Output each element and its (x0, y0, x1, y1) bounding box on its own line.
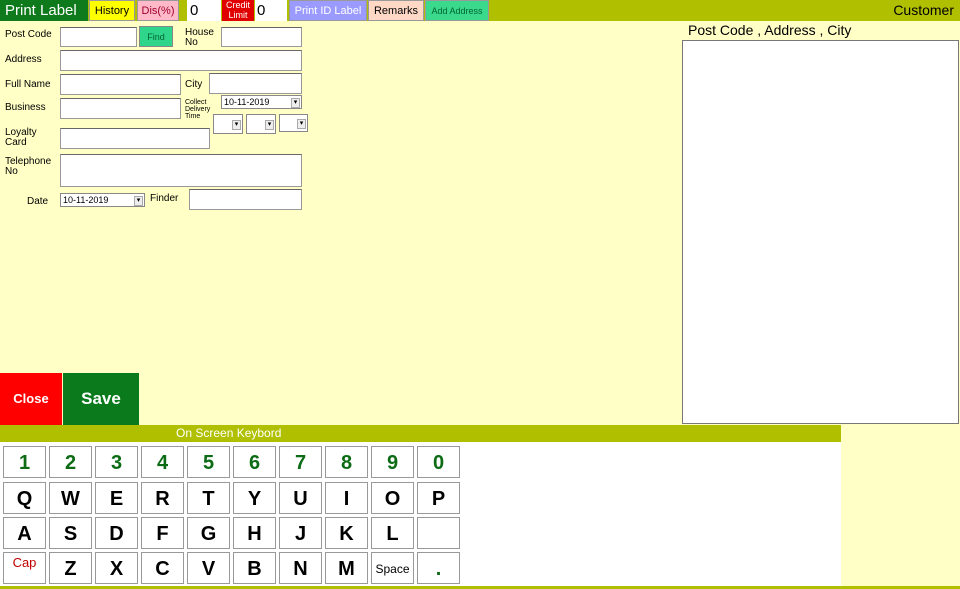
key-0[interactable]: 0 (417, 446, 460, 478)
close-button[interactable]: Close (0, 373, 62, 425)
telephone-no-label: Telephone No (5, 156, 52, 177)
customer-label: Customer (893, 2, 954, 18)
key-z[interactable]: Z (49, 552, 92, 584)
key-s[interactable]: S (49, 517, 92, 549)
key-o[interactable]: O (371, 482, 414, 514)
print-id-label-button[interactable]: Print ID Label (289, 0, 367, 21)
ampm-select[interactable]: ▾ (279, 114, 308, 132)
key-t[interactable]: T (187, 482, 230, 514)
discount-input[interactable]: 0 (187, 0, 221, 21)
chevron-down-icon: ▾ (232, 120, 241, 130)
key-a[interactable]: A (3, 517, 46, 549)
business-label: Business (5, 102, 46, 113)
key-q[interactable]: Q (3, 482, 46, 514)
key-2[interactable]: 2 (49, 446, 92, 478)
find-button[interactable]: Find (139, 26, 173, 47)
full-name-label: Full Name (5, 79, 51, 90)
loyalty-card-label: Loyalty Card (5, 127, 37, 148)
key-p[interactable]: P (417, 482, 460, 514)
key-5[interactable]: 5 (187, 446, 230, 478)
chevron-down-icon: ▾ (134, 196, 143, 206)
key-b[interactable]: B (233, 552, 276, 584)
key-w[interactable]: W (49, 482, 92, 514)
remarks-button[interactable]: Remarks (368, 0, 424, 21)
key-space[interactable]: Space (371, 552, 414, 584)
house-no-input[interactable] (221, 27, 302, 47)
address-label: Address (5, 54, 42, 65)
business-input[interactable] (60, 98, 181, 119)
key-9[interactable]: 9 (371, 446, 414, 478)
save-button[interactable]: Save (63, 373, 139, 425)
key-6[interactable]: 6 (233, 446, 276, 478)
key-c[interactable]: C (141, 552, 184, 584)
key-f[interactable]: F (141, 517, 184, 549)
address-input[interactable] (60, 50, 302, 71)
date-label: Date (27, 196, 49, 207)
key-n[interactable]: N (279, 552, 322, 584)
key-l[interactable]: L (371, 517, 414, 549)
key-j[interactable]: J (279, 517, 322, 549)
address-list[interactable] (682, 40, 959, 424)
credit-limit-input[interactable]: 0 (255, 0, 287, 21)
chevron-down-icon: ▾ (297, 119, 306, 129)
finder-label: Finder (150, 193, 179, 204)
address-list-title: Post Code , Address , City (688, 22, 852, 38)
house-no-label: House No (185, 27, 214, 48)
date-select[interactable]: 10-11-2019 ▾ (60, 193, 145, 207)
key-cap[interactable]: Cap (3, 552, 46, 584)
city-label: City (185, 79, 203, 90)
key-r[interactable]: R (141, 482, 184, 514)
key-blank[interactable] (417, 517, 460, 549)
page-title: Print Label (0, 0, 88, 21)
city-input[interactable] (209, 73, 302, 94)
key-4[interactable]: 4 (141, 446, 184, 478)
collect-date-select[interactable]: 10-11-2019 ▾ (221, 95, 302, 109)
key-period[interactable]: . (417, 552, 460, 584)
telephone-no-input[interactable] (60, 154, 302, 187)
key-e[interactable]: E (95, 482, 138, 514)
finder-input[interactable] (189, 189, 302, 210)
post-code-input[interactable] (60, 27, 137, 47)
collect-delivery-time-label: Collect Delivery Time (185, 99, 211, 120)
post-code-label: Post Code (5, 29, 52, 40)
key-i[interactable]: I (325, 482, 368, 514)
key-3[interactable]: 3 (95, 446, 138, 478)
chevron-down-icon: ▾ (291, 98, 300, 108)
add-address-button[interactable]: Add Address (425, 0, 489, 21)
hour-select[interactable]: ▾ (213, 114, 243, 134)
key-m[interactable]: M (325, 552, 368, 584)
date-value: 10-11-2019 (63, 195, 109, 205)
key-v[interactable]: V (187, 552, 230, 584)
minute-select[interactable]: ▾ (246, 114, 276, 134)
key-y[interactable]: Y (233, 482, 276, 514)
key-1[interactable]: 1 (3, 446, 46, 478)
key-x[interactable]: X (95, 552, 138, 584)
full-name-input[interactable] (60, 74, 181, 95)
key-7[interactable]: 7 (279, 446, 322, 478)
key-k[interactable]: K (325, 517, 368, 549)
loyalty-card-input[interactable] (60, 128, 210, 149)
history-button[interactable]: History (89, 0, 135, 21)
key-d[interactable]: D (95, 517, 138, 549)
chevron-down-icon: ▾ (265, 120, 274, 130)
collect-date-value: 10-11-2019 (224, 97, 270, 107)
key-u[interactable]: U (279, 482, 322, 514)
credit-limit-label: Credit Limit (222, 0, 254, 21)
key-h[interactable]: H (233, 517, 276, 549)
keyboard-title: On Screen Keybord (0, 425, 841, 442)
discount-button[interactable]: Dis(%) (137, 0, 179, 21)
key-8[interactable]: 8 (325, 446, 368, 478)
key-g[interactable]: G (187, 517, 230, 549)
